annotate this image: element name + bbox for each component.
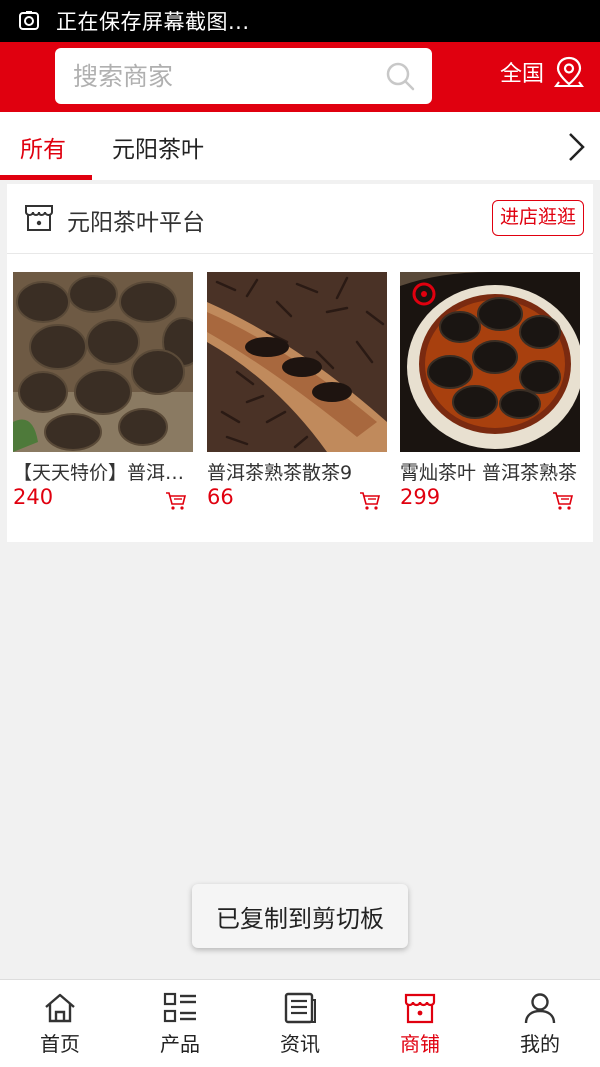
nav-profile[interactable]: 我的 xyxy=(480,980,600,1067)
user-icon xyxy=(524,993,556,1024)
search-input[interactable] xyxy=(73,61,363,91)
nav-stores-label: 商铺 xyxy=(400,1032,440,1056)
shop-name: 元阳茶叶平台 xyxy=(67,210,205,236)
region-selector[interactable]: 全国 xyxy=(500,56,584,88)
product-image[interactable] xyxy=(13,272,193,452)
cart-icon[interactable] xyxy=(552,491,574,511)
list-icon xyxy=(163,992,196,1023)
nav-news[interactable]: 资讯 xyxy=(240,980,360,1067)
search-icon[interactable] xyxy=(384,60,416,92)
product-card[interactable]: 霄灿茶叶 普洱茶熟茶 299 xyxy=(400,272,580,515)
store-icon xyxy=(25,205,53,231)
product-price: 66 xyxy=(207,485,234,509)
tab-all[interactable]: 所有 xyxy=(20,130,66,164)
product-card[interactable]: 普洱茶熟茶散茶9 66 xyxy=(207,272,387,515)
screenshot-icon xyxy=(19,11,39,30)
product-title[interactable]: 【天天特价】普洱茶熟茶 xyxy=(13,458,193,485)
nav-home-label: 首页 xyxy=(40,1032,80,1056)
tab-yuanyang-tea[interactable]: 元阳茶叶 xyxy=(112,130,204,164)
cart-icon[interactable] xyxy=(359,491,381,511)
nav-products[interactable]: 产品 xyxy=(120,980,240,1067)
nav-news-label: 资讯 xyxy=(280,1032,320,1056)
bottom-nav: 首页 产品 资讯 商铺 我的 xyxy=(0,979,600,1067)
region-label: 全国 xyxy=(499,62,544,87)
product-price: 240 xyxy=(13,485,54,509)
nav-stores[interactable]: 商铺 xyxy=(360,980,480,1067)
product-image[interactable] xyxy=(400,272,580,452)
product-price: 299 xyxy=(400,485,441,509)
search-box[interactable] xyxy=(55,48,432,104)
news-icon xyxy=(284,992,316,1024)
shop-card: 元阳茶叶平台 进店逛逛 【天天特价】普洱茶 240 普洱茶熟茶散茶9 66 霄灿… xyxy=(7,184,593,542)
product-card[interactable]: 【天天特价】普洱茶熟茶 240 xyxy=(13,272,193,515)
shop-header[interactable]: 元阳茶叶平台 进店逛逛 xyxy=(7,184,593,254)
header: 全国 xyxy=(0,42,600,112)
status-text: 正在保存屏幕截图... xyxy=(56,10,250,34)
home-icon xyxy=(45,993,75,1023)
store-icon xyxy=(404,993,436,1024)
product-title[interactable]: 霄灿茶叶 普洱茶熟茶 xyxy=(400,458,580,485)
status-bar: 正在保存屏幕截图... xyxy=(0,0,600,42)
enter-shop-button[interactable]: 进店逛逛 xyxy=(491,200,584,236)
product-title[interactable]: 普洱茶熟茶散茶9 xyxy=(207,458,387,485)
category-tabs: 所有 元阳茶叶 xyxy=(0,112,600,180)
toast-message: 已复制到剪切板 xyxy=(192,884,408,948)
nav-products-label: 产品 xyxy=(160,1032,200,1056)
nav-profile-label: 我的 xyxy=(520,1032,560,1056)
active-tab-indicator xyxy=(0,175,92,180)
nav-home[interactable]: 首页 xyxy=(0,980,120,1067)
chevron-right-icon[interactable] xyxy=(564,130,588,164)
product-image[interactable] xyxy=(207,272,387,452)
cart-icon[interactable] xyxy=(165,491,187,511)
location-pin-icon xyxy=(554,56,584,87)
